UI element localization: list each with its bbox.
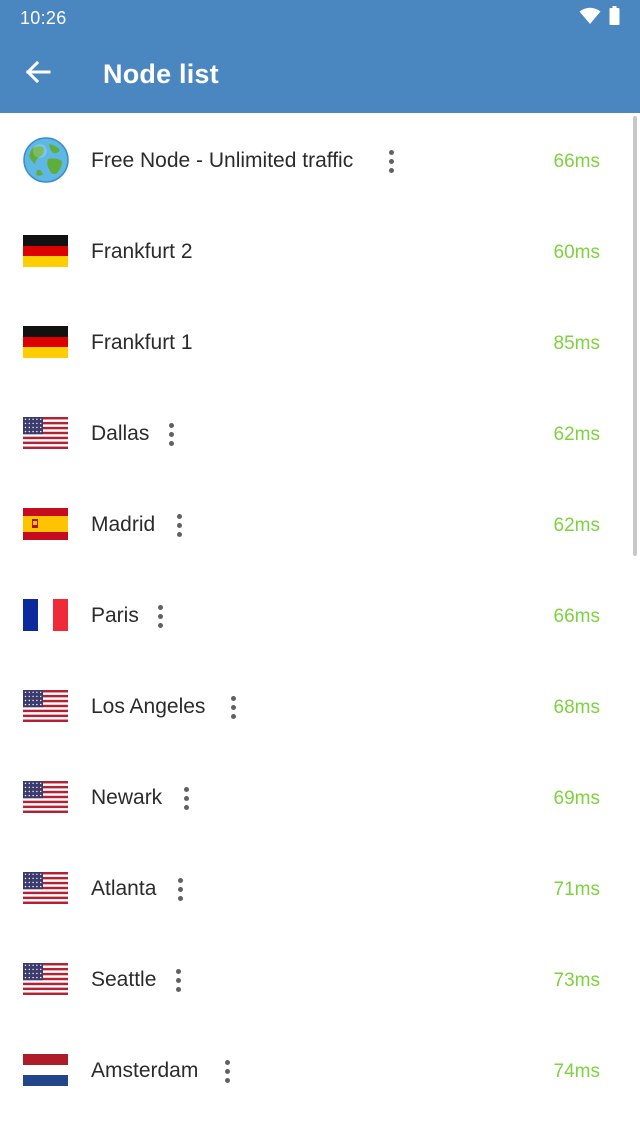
node-name: Frankfurt 2 (91, 240, 193, 263)
node-name: Madrid (91, 513, 156, 536)
flag-us-icon (23, 690, 68, 722)
flag-us-icon (23, 417, 68, 449)
latency-value: 62ms (553, 515, 600, 536)
latency-value: 60ms (553, 242, 600, 263)
latency-value: 71ms (553, 879, 600, 900)
more-vert-icon[interactable] (170, 964, 186, 996)
node-name: Seattle (91, 968, 157, 991)
more-vert-icon[interactable] (172, 873, 188, 905)
node-row[interactable]: Seattle 73ms (0, 934, 630, 1025)
flag-de-icon (23, 235, 68, 267)
more-vert-icon[interactable] (163, 418, 179, 450)
battery-icon (609, 6, 620, 30)
globe-icon (22, 136, 70, 184)
more-vert-icon[interactable] (383, 145, 399, 177)
flag-us-icon (23, 872, 68, 904)
page-title: Node list (103, 59, 219, 89)
node-name: Frankfurt 1 (91, 331, 193, 354)
latency-value: 62ms (553, 424, 600, 445)
latency-value: 68ms (553, 697, 600, 718)
more-vert-icon[interactable] (225, 691, 241, 723)
flag-es-icon (23, 508, 68, 540)
node-row[interactable]: Newark 69ms (0, 752, 630, 843)
latency-value: 74ms (553, 1061, 600, 1082)
app-toolbar: Node list (0, 36, 640, 113)
node-name: Amsterdam (91, 1059, 199, 1082)
node-row[interactable]: Los Angeles 68ms (0, 661, 630, 752)
flag-us-icon (23, 963, 68, 995)
more-vert-icon[interactable] (152, 600, 168, 632)
node-name: Newark (91, 786, 163, 809)
list-scrollbar[interactable] (633, 116, 637, 556)
latency-value: 69ms (553, 788, 600, 809)
more-vert-icon[interactable] (171, 509, 187, 541)
node-row[interactable]: Dallas 62ms (0, 388, 630, 479)
latency-value: 85ms (553, 333, 600, 354)
flag-nl-icon (23, 1054, 68, 1086)
back-button[interactable] (18, 54, 58, 94)
more-vert-icon[interactable] (178, 782, 194, 814)
node-row[interactable]: Paris 66ms (0, 570, 630, 661)
flag-us-icon (23, 781, 68, 813)
node-row[interactable]: Amsterdam 74ms (0, 1025, 630, 1116)
more-vert-icon[interactable] (219, 1055, 235, 1087)
flag-fr-icon (23, 599, 68, 631)
node-row[interactable]: Madrid 62ms (0, 479, 630, 570)
node-row[interactable]: Atlanta 71ms (0, 843, 630, 934)
status-icons (579, 6, 620, 30)
latency-value: 66ms (553, 151, 600, 172)
node-name: Dallas (91, 422, 150, 445)
node-name: Atlanta (91, 877, 157, 900)
node-row[interactable]: Frankfurt 2 60ms (0, 206, 630, 297)
node-name: Los Angeles (91, 695, 206, 718)
node-name: Paris (91, 604, 139, 627)
latency-value: 66ms (553, 606, 600, 627)
node-list[interactable]: Free Node - Unlimited traffic 66ms Frankfu… (0, 113, 640, 1138)
flag-de-icon (23, 326, 68, 358)
arrow-left-icon (25, 59, 51, 90)
wifi-icon (579, 7, 601, 30)
node-row[interactable]: Free Node - Unlimited traffic 66ms (0, 115, 630, 206)
status-time: 10:26 (20, 8, 67, 28)
node-row[interactable]: Frankfurt 1 85ms (0, 297, 630, 388)
status-bar: 10:26 (0, 0, 640, 36)
node-name: Free Node - Unlimited traffic (91, 149, 354, 172)
latency-value: 73ms (553, 970, 600, 991)
